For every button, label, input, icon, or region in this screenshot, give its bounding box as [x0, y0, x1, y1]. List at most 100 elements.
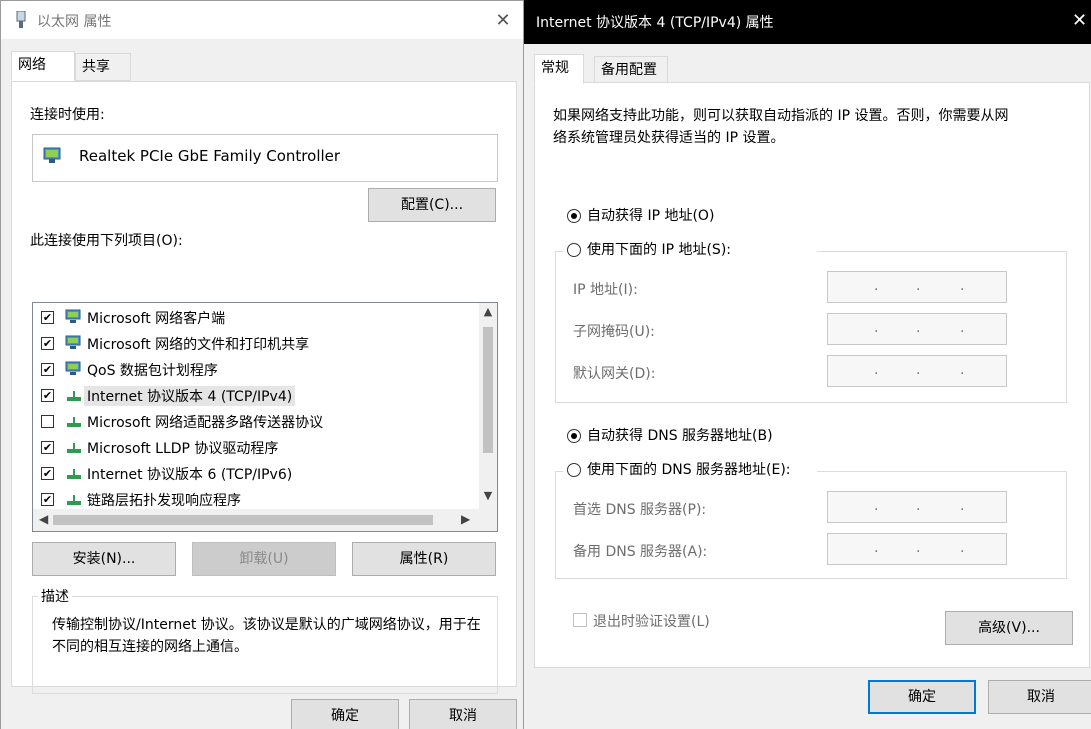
item-checkbox[interactable]: ✔ — [41, 363, 54, 376]
scroll-up-icon[interactable]: ▲ — [482, 305, 494, 318]
ip-dot: . — [916, 540, 921, 556]
connect-using-label: 连接时使用: — [30, 107, 105, 123]
tab-general[interactable]: 常规 — [534, 54, 584, 84]
list-item[interactable]: Microsoft 网络适配器多路传送器协议 — [33, 409, 473, 435]
list-item[interactable]: ✔ Internet 协议版本 6 (TCP/IPv6) — [33, 461, 473, 487]
protocol-icon — [67, 443, 81, 453]
item-checkbox[interactable]: ✔ — [41, 311, 54, 324]
manual-ip-label[interactable]: 使用下面的 IP 地址(S): — [587, 239, 731, 259]
network-tab-panel: 连接时使用: Realtek PCIe GbE Family Controlle… — [11, 81, 517, 694]
tab-sharing[interactable]: 共享 — [75, 53, 131, 81]
install-button[interactable]: 安装(N)... — [32, 542, 176, 576]
alternate-dns-label: 备用 DNS 服务器(A): — [573, 544, 708, 560]
network-card-icon — [43, 147, 61, 163]
window-body: 网络 共享 连接时使用: Realtek PCIe GbE Family Con… — [1, 39, 523, 729]
list-item[interactable]: ✔ Internet 协议版本 4 (TCP/IPv4) — [33, 383, 473, 409]
cancel-button[interactable]: 取消 — [988, 680, 1091, 714]
ip-dot: . — [874, 320, 879, 336]
auto-ip-radio[interactable] — [567, 209, 581, 223]
scroll-left-icon[interactable]: ◀ — [39, 512, 48, 526]
item-label: Microsoft LLDP 协议驱动程序 — [87, 441, 279, 457]
ip-dot: . — [960, 320, 965, 336]
ip-dot: . — [916, 320, 921, 336]
ip-dot: . — [874, 278, 879, 294]
close-icon[interactable]: ✕ — [1072, 10, 1087, 31]
scroll-thumb[interactable] — [483, 327, 493, 453]
horizontal-scrollbar[interactable]: ◀ ▶ — [33, 509, 497, 531]
ok-button[interactable]: 确定 — [868, 680, 976, 714]
manual-dns-label[interactable]: 使用下面的 DNS 服务器地址(E): — [587, 459, 791, 479]
item-checkbox[interactable]: ✔ — [41, 337, 54, 350]
window-title: Internet 协议版本 4 (TCP/IPv4) 属性 — [536, 15, 774, 31]
item-checkbox[interactable]: ✔ — [41, 467, 54, 480]
scroll-down-icon[interactable]: ▼ — [482, 489, 494, 502]
adapter-field: Realtek PCIe GbE Family Controller — [32, 134, 498, 182]
ip-dot: . — [874, 362, 879, 378]
adapter-name: Realtek PCIe GbE Family Controller — [79, 147, 341, 165]
item-label: Microsoft 网络适配器多路传送器协议 — [87, 415, 324, 431]
vertical-scrollbar[interactable]: ▲ ▼ — [479, 303, 497, 509]
auto-dns-label[interactable]: 自动获得 DNS 服务器地址(B) — [587, 425, 773, 445]
protocol-icon — [67, 417, 81, 427]
alternate-dns-field[interactable]: ... — [827, 533, 1007, 565]
item-label: Microsoft 网络的文件和打印机共享 — [87, 337, 310, 353]
item-label: Microsoft 网络客户端 — [87, 311, 226, 327]
title-bar[interactable]: Internet 协议版本 4 (TCP/IPv4) 属性 ✕ — [524, 0, 1091, 44]
item-label: QoS 数据包计划程序 — [87, 363, 218, 379]
hscroll-thumb[interactable] — [53, 515, 433, 525]
subnet-mask-field[interactable]: ... — [827, 313, 1007, 345]
description-text: 传输控制协议/Internet 协议。该协议是默认的广域网络协议，用于在不同的相… — [52, 617, 481, 655]
preferred-dns-field[interactable]: ... — [827, 491, 1007, 523]
ok-button[interactable]: 确定 — [291, 699, 399, 729]
item-label: Internet 协议版本 4 (TCP/IPv4) — [84, 386, 296, 406]
item-checkbox[interactable]: ✔ — [41, 389, 54, 402]
manual-dns-radio[interactable] — [567, 463, 581, 477]
scroll-right-icon[interactable]: ▶ — [461, 512, 470, 526]
ip-dot: . — [960, 540, 965, 556]
validate-on-exit-checkbox[interactable] — [573, 613, 587, 627]
ip-dot: . — [960, 278, 965, 294]
item-checkbox[interactable] — [41, 415, 54, 428]
intro-text-line2: 络系统管理员处获得适当的 IP 设置。 — [553, 130, 785, 146]
ip-dot: . — [874, 540, 879, 556]
tab-alternate-config[interactable]: 备用配置 — [594, 56, 668, 84]
item-label: 链路层拓扑发现响应程序 — [87, 493, 241, 509]
protocol-icon — [67, 495, 81, 505]
ip-address-field[interactable]: ... — [827, 271, 1007, 303]
tab-sharing-label: 共享 — [82, 59, 110, 75]
title-bar[interactable]: 以太网 属性 ✕ — [1, 1, 523, 39]
auto-dns-radio[interactable] — [567, 429, 581, 443]
validate-on-exit-label[interactable]: 退出时验证设置(L) — [593, 611, 710, 631]
configure-button[interactable]: 配置(C)... — [368, 188, 496, 222]
list-item[interactable]: ✔ Microsoft 网络客户端 — [33, 305, 473, 331]
properties-button[interactable]: 属性(R) — [352, 542, 496, 576]
radio-selected-dot — [571, 433, 577, 439]
ip-dot: . — [960, 362, 965, 378]
network-client-icon — [65, 361, 81, 375]
cancel-button[interactable]: 取消 — [409, 699, 517, 729]
item-checkbox[interactable]: ✔ — [41, 493, 54, 506]
window-title: 以太网 属性 — [37, 14, 112, 30]
uninstall-button[interactable]: 卸载(U) — [192, 542, 336, 576]
network-adapter-icon — [16, 11, 26, 28]
list-item[interactable]: ✔ Microsoft LLDP 协议驱动程序 — [33, 435, 473, 461]
list-item[interactable]: ✔ Microsoft 网络的文件和打印机共享 — [33, 331, 473, 357]
gateway-field[interactable]: ... — [827, 355, 1007, 387]
protocol-list[interactable]: ✔ Microsoft 网络客户端 ✔ Microsoft 网络的文件和打印机共… — [32, 302, 498, 532]
radio-selected-dot — [571, 213, 577, 219]
ip-dot: . — [916, 362, 921, 378]
protocol-icon — [67, 469, 81, 479]
items-label: 此连接使用下列项目(O): — [30, 233, 183, 249]
item-checkbox[interactable]: ✔ — [41, 441, 54, 454]
manual-ip-radio[interactable] — [567, 243, 581, 257]
close-icon[interactable]: ✕ — [489, 9, 517, 33]
list-item[interactable]: ✔ QoS 数据包计划程序 — [33, 357, 473, 383]
tab-alternate-config-label: 备用配置 — [601, 62, 657, 78]
protocol-icon — [67, 391, 81, 401]
intro-text-line1: 如果网络支持此功能，则可以获取自动指派的 IP 设置。否则，你需要从网 — [553, 108, 1009, 124]
auto-ip-label[interactable]: 自动获得 IP 地址(O) — [587, 205, 714, 225]
tab-general-label: 常规 — [541, 60, 569, 76]
tab-network[interactable]: 网络 — [11, 51, 75, 81]
advanced-button[interactable]: 高级(V)... — [945, 611, 1073, 645]
ipv4-properties-window: Internet 协议版本 4 (TCP/IPv4) 属性 ✕ 常规 备用配置 … — [524, 0, 1091, 729]
